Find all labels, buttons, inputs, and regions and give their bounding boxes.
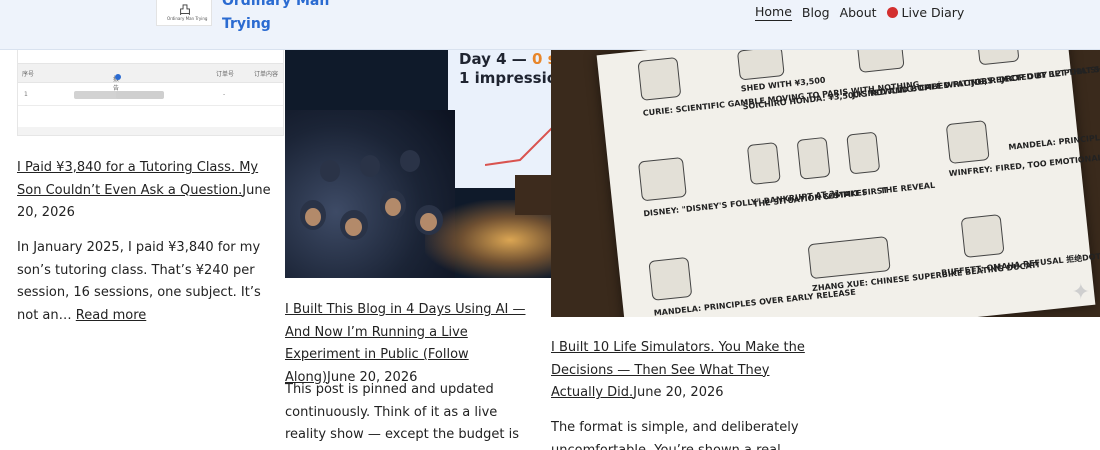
- sketch-writer: [856, 50, 905, 73]
- sketch-paper: Curie: scientific gamble moving to Paris…: [596, 50, 1100, 317]
- post-1-excerpt: In January 2025, I paid ¥3,840 for my so…: [17, 240, 261, 323]
- post-3-title: I Built 10 Life Simulators. You Make the…: [551, 337, 811, 405]
- post-1-title: I Paid ¥3,840 for a Tutoring Class. My S…: [17, 157, 272, 225]
- post-2-title: I Built This Blog in 4 Days Using AI — A…: [285, 299, 535, 389]
- chart-line-icon: [485, 125, 553, 166]
- post-2-thumbnail[interactable]: Day 4 — 0 sa 1 impressio: [285, 50, 553, 278]
- thumb-footer: [18, 127, 283, 135]
- nav-blog[interactable]: Blog: [802, 5, 830, 20]
- sketch-door: [796, 136, 831, 180]
- logo-tagline: Ordinary Man Trying: [167, 16, 208, 21]
- sketch-portrait: [637, 156, 687, 202]
- nav-live-diary[interactable]: Live Diary: [886, 5, 965, 20]
- sketch-door: [846, 131, 881, 175]
- site-logo[interactable]: 凸 Ordinary Man Trying: [156, 0, 212, 26]
- post-3-excerpt: The format is simple, and deliberately u…: [551, 420, 799, 450]
- sketch-motorcycle: [807, 236, 891, 280]
- post-2-excerpt: This post is pinned and updated continuo…: [285, 382, 519, 450]
- main-nav: Home Blog About Live Diary: [755, 4, 964, 21]
- post-1-thumbnail[interactable]: 序号 报告 订单号 订单内容 1 -: [17, 50, 284, 136]
- nav-about[interactable]: About: [840, 5, 877, 20]
- sketch-portrait: [960, 214, 1005, 259]
- thumb-table-row: 1 -: [18, 84, 283, 106]
- site-header: 凸 Ordinary Man Trying Ordinary Man Tryin…: [0, 0, 1100, 50]
- blurred-cell: [74, 91, 122, 99]
- sketch-shed: [736, 50, 785, 81]
- sketch-door: [746, 142, 781, 185]
- post-3-thumbnail[interactable]: Curie: scientific gamble moving to Paris…: [551, 50, 1100, 317]
- nav-home[interactable]: Home: [755, 4, 792, 21]
- live-dot-icon: [886, 7, 898, 18]
- post-3-date: June 20, 2026: [633, 385, 724, 400]
- thumb-table-header: 序号 报告 订单号 订单内容: [18, 63, 283, 92]
- blurred-cell: [116, 91, 164, 99]
- sketch-portrait: [648, 256, 693, 301]
- post-1-link[interactable]: I Paid ¥3,840 for a Tutoring Class. My S…: [17, 160, 258, 198]
- sketch-portrait: [975, 50, 1020, 66]
- help-icon: [115, 74, 121, 80]
- sparkle-icon: ✦: [1071, 280, 1090, 305]
- sketch-portrait: [637, 56, 682, 101]
- podium: [515, 175, 553, 215]
- site-title[interactable]: Ordinary Man Trying: [222, 0, 332, 36]
- sketch-portrait: [945, 120, 990, 165]
- nav-live-diary-label: Live Diary: [901, 5, 965, 20]
- screen-text: Day 4 — 0 sa 1 impressio: [459, 50, 553, 87]
- read-more-link[interactable]: Read more: [76, 308, 146, 323]
